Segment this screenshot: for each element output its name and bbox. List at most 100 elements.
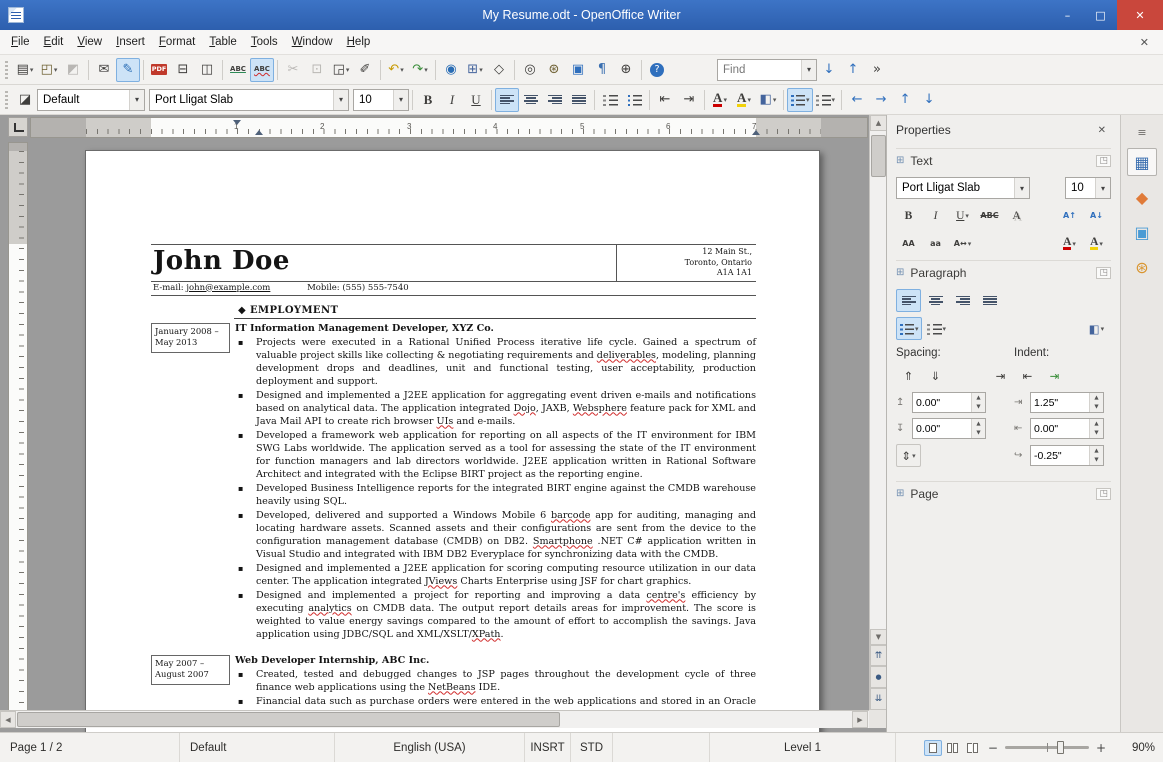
sidebar-font-name-input[interactable] <box>897 178 1014 198</box>
uppercase-button[interactable]: AA <box>896 232 921 255</box>
sidebar-font-color-button[interactable]: A ▾ <box>1057 232 1082 255</box>
hyperlink-button[interactable]: ◉ <box>439 58 463 82</box>
decrease-indent-button[interactable]: ⇤ <box>653 88 677 112</box>
italic-button[interactable]: I <box>440 88 464 112</box>
line-spacing-button[interactable]: ⇕ ▾ <box>896 444 921 467</box>
zoom-out-button[interactable]: − <box>983 741 1003 755</box>
grow-font-button[interactable]: A↑ <box>1057 204 1082 227</box>
dialog-launcher-icon[interactable]: ◳ <box>1096 154 1111 167</box>
section-expander-icon[interactable]: ⊞ <box>896 155 904 166</box>
first-line-indent-marker[interactable] <box>233 120 241 125</box>
dialog-launcher-icon[interactable]: ◳ <box>1096 266 1111 279</box>
open-button[interactable]: ◰ ▾ <box>37 58 61 82</box>
spin-up-icon[interactable]: ▲ <box>1090 419 1103 429</box>
status-language[interactable]: English (USA) <box>335 733 525 762</box>
scroll-left-button[interactable]: ◀ <box>0 711 16 728</box>
section-expander-icon[interactable]: ⊞ <box>896 488 904 499</box>
email-button[interactable]: ✉ <box>92 58 116 82</box>
align-center-button[interactable] <box>519 88 543 112</box>
find-next-button[interactable]: ↓ <box>817 58 841 82</box>
new-document-button[interactable]: ▤ ▾ <box>13 58 37 82</box>
sidebar-increase-indent-button[interactable]: ⇥ <box>988 364 1013 387</box>
bullets-toggle-button[interactable]: ▾ <box>787 87 813 112</box>
menu-format[interactable]: Format <box>152 32 202 52</box>
view-book-button[interactable] <box>964 740 982 756</box>
menu-insert[interactable]: Insert <box>109 32 152 52</box>
auto-spellcheck-button[interactable]: ABC <box>250 57 274 82</box>
switch-indent-button[interactable]: ⇥ <box>1042 364 1067 387</box>
spin-down-icon[interactable]: ▼ <box>972 428 985 438</box>
spin-down-icon[interactable]: ▼ <box>1090 402 1103 412</box>
undo-button[interactable]: ↶ ▾ <box>384 58 408 82</box>
view-multi-page-button[interactable] <box>944 740 962 756</box>
tab-navigator[interactable]: ⊛ <box>1127 253 1157 281</box>
status-page-number[interactable]: Page 1 / 2 <box>0 733 180 762</box>
menu-view[interactable]: View <box>70 32 109 52</box>
sidebar-bullets-button[interactable]: ▾ <box>896 317 922 340</box>
spin-down-icon[interactable]: ▼ <box>1090 428 1103 438</box>
bullets-button[interactable] <box>622 88 646 112</box>
save-button[interactable]: ◩ <box>61 58 85 82</box>
tab-stop-selector[interactable] <box>8 117 28 137</box>
cut-button[interactable]: ✂ <box>281 58 305 82</box>
clone-formatting-button[interactable]: ✐ <box>353 58 377 82</box>
sidebar-highlighting-button[interactable]: A ▾ <box>1084 232 1109 255</box>
scroll-up-button[interactable]: ▲ <box>870 115 886 131</box>
menu-table[interactable]: Table <box>202 32 244 52</box>
edit-file-button[interactable]: ✎ <box>116 57 140 82</box>
menu-window[interactable]: Window <box>285 32 340 52</box>
sidebar-close-button[interactable]: ✕ <box>1093 123 1111 138</box>
zoom-button[interactable]: ⊕ <box>614 58 638 82</box>
first-line-indent-input[interactable] <box>1031 446 1089 465</box>
underline-button[interactable]: U <box>464 88 488 112</box>
align-justify-button[interactable] <box>567 88 591 112</box>
indent-after-input[interactable] <box>1031 419 1089 438</box>
next-page-button[interactable]: ⇊ <box>870 688 886 710</box>
status-page-style[interactable]: Default <box>180 733 335 762</box>
move-down-button[interactable]: ↓ <box>917 88 941 112</box>
align-left-button[interactable] <box>495 87 519 112</box>
menu-tools[interactable]: Tools <box>244 32 285 52</box>
close-document-button[interactable]: ✕ <box>1130 34 1159 51</box>
zoom-in-button[interactable]: + <box>1091 741 1111 755</box>
spin-up-icon[interactable]: ▲ <box>1090 393 1103 403</box>
close-button[interactable]: ✕ <box>1117 0 1163 30</box>
zoom-slider[interactable] <box>1004 741 1089 754</box>
toolbar-grip[interactable] <box>4 90 9 109</box>
sidebar-decrease-indent-button[interactable]: ⇤ <box>1015 364 1040 387</box>
background-color-button[interactable]: ◧ ▾ <box>756 88 780 112</box>
horizontal-scrollbar[interactable]: ◀ ▶ <box>0 710 869 728</box>
copy-button[interactable]: ⊡ <box>305 58 329 82</box>
menu-file[interactable]: File <box>4 32 37 52</box>
menu-help[interactable]: Help <box>340 32 378 52</box>
formatting-marks-button[interactable]: ¶ <box>590 58 614 82</box>
draw-functions-button[interactable]: ◇ <box>487 58 511 82</box>
email-link[interactable]: john@example.com <box>186 283 270 293</box>
below-spacing-input[interactable] <box>913 419 971 438</box>
bold-button[interactable]: B <box>416 88 440 112</box>
horizontal-scroll-thumb[interactable] <box>17 712 560 727</box>
paragraph-background-button[interactable]: ◧ ▾ <box>1084 317 1109 340</box>
find-previous-button[interactable]: ↑ <box>841 58 865 82</box>
combo-dropdown-icon[interactable]: ▾ <box>129 89 144 110</box>
sidebar-align-justify-button[interactable] <box>977 289 1002 312</box>
section-expander-icon[interactable]: ⊞ <box>896 267 904 278</box>
view-single-page-button[interactable] <box>923 739 942 756</box>
sidebar-strikethrough-button[interactable]: ABC <box>977 204 1002 227</box>
navigation-dot-button[interactable]: ● <box>870 666 886 688</box>
sidebar-shadow-button[interactable]: A <box>1004 204 1029 227</box>
scroll-down-button[interactable]: ▼ <box>870 629 886 645</box>
status-selection-mode[interactable]: STD <box>571 733 613 762</box>
sidebar-align-right-button[interactable] <box>950 289 975 312</box>
status-insert-mode[interactable]: INSRT <box>525 733 571 762</box>
combo-dropdown-icon[interactable]: ▾ <box>1014 178 1029 198</box>
tab-styles[interactable]: ◆ <box>1127 183 1157 211</box>
toolbar-grip[interactable] <box>4 60 9 79</box>
zoom-slider-thumb[interactable] <box>1056 741 1064 754</box>
spin-up-icon[interactable]: ▲ <box>972 393 985 403</box>
sidebar-align-center-button[interactable] <box>923 289 948 312</box>
sidebar-numbering-button[interactable]: ▾ <box>924 317 950 340</box>
combo-dropdown-icon[interactable]: ▾ <box>1095 178 1110 198</box>
spin-down-icon[interactable]: ▼ <box>972 402 985 412</box>
redo-button[interactable]: ↷ ▾ <box>408 58 432 82</box>
